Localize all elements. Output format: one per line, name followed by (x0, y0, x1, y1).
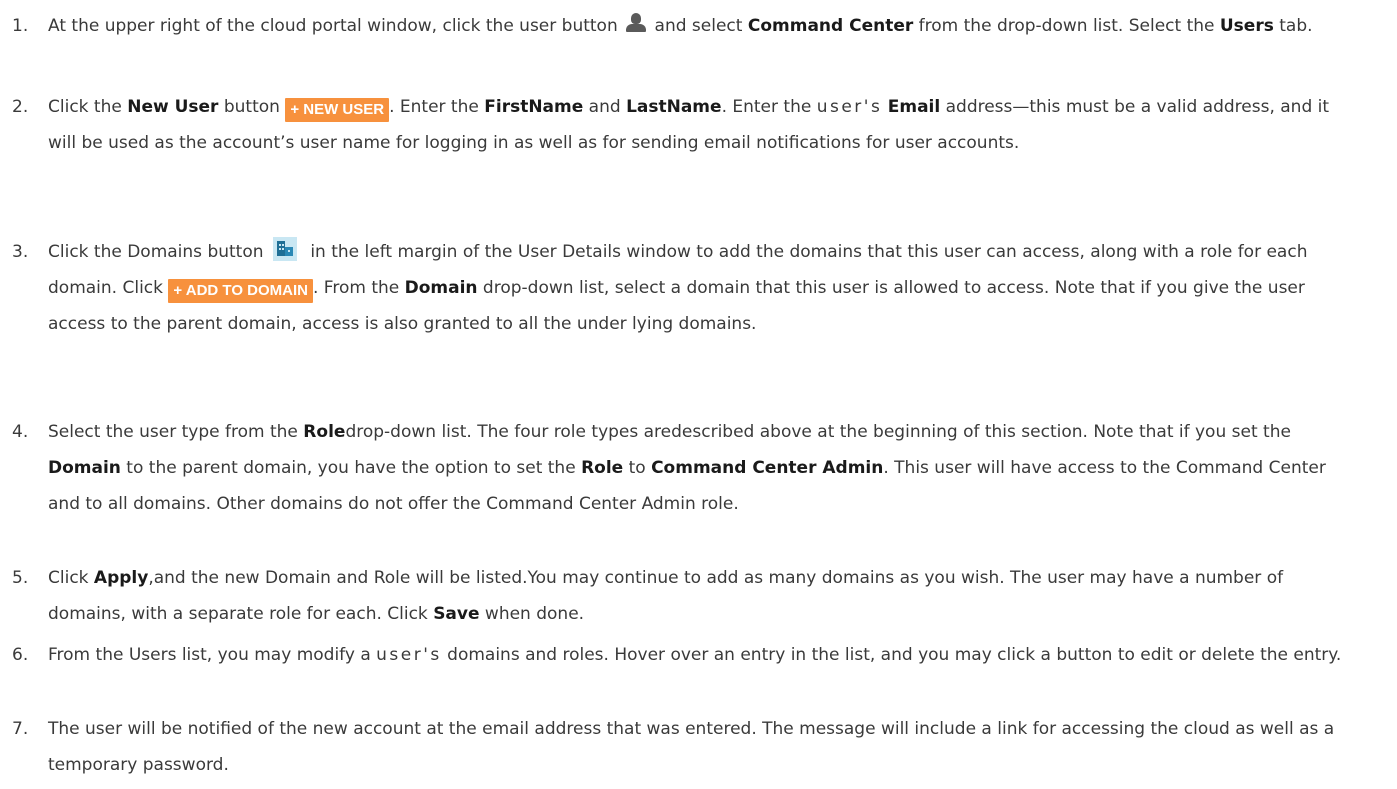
step-text: Click the New User button + NEW USER. En… (48, 89, 1358, 161)
new-user-term: New User (127, 97, 219, 117)
text-run: button (218, 97, 286, 117)
save-term: Save (433, 604, 480, 624)
text-run: drop-down list. The four role types ared… (345, 422, 1291, 442)
apply-term: Apply (93, 568, 149, 588)
step-text: Click the Domains button in the left mar… (48, 234, 1358, 342)
role-term: Role (303, 422, 346, 442)
step-number: 7. (12, 719, 29, 739)
text-run: Select the user type from the (48, 422, 304, 442)
text-run: At the upper right of the cloud portal w… (48, 16, 624, 36)
text-run: user's (816, 97, 883, 117)
text-run: . From the (312, 278, 405, 298)
text-run: and (583, 97, 627, 117)
text-run: to (623, 458, 652, 478)
text-run: domains and roles. Hover over an entry i… (441, 645, 1342, 665)
step-number: 1. (12, 16, 29, 36)
new-user-button-image: + NEW USER (285, 98, 390, 122)
lastname-term: LastName (626, 97, 722, 117)
text-run: user's (376, 645, 442, 665)
command-center-admin-term: Command Center Admin (651, 458, 884, 478)
step-text: Select the user type from the Roledrop-d… (48, 414, 1358, 522)
text-run: ,and the new Domain and Role will be lis… (48, 568, 1284, 624)
step-text: From the Users list, you may modify a us… (48, 637, 1358, 673)
text-run: when done. (479, 604, 585, 624)
text-run: tab. (1273, 16, 1313, 36)
text-run: From the Users list, you may modify a (48, 645, 377, 665)
step-number: 5. (12, 568, 29, 588)
text-run: . Enter the (389, 97, 485, 117)
text-run: to the parent domain, you have the optio… (120, 458, 582, 478)
email-term: Email (887, 97, 941, 117)
step-number: 2. (12, 97, 29, 117)
step-number: 4. (12, 422, 29, 442)
domain-term: Domain (404, 278, 478, 298)
text-run: The user will be notified of the new acc… (48, 719, 1335, 775)
add-to-domain-button-image: + ADD TO DOMAIN (168, 279, 313, 303)
text-run: . Enter the (721, 97, 817, 117)
domain-term: Domain (48, 458, 121, 478)
command-center-term: Command Center (747, 16, 914, 36)
text-run: from the drop-down list. Select the (913, 16, 1220, 36)
step-text: Click Apply,and the new Domain and Role … (48, 560, 1358, 632)
firstname-term: FirstName (484, 97, 584, 117)
step-text: At the upper right of the cloud portal w… (48, 8, 1358, 44)
step-text: The user will be notified of the new acc… (48, 711, 1358, 783)
text-run: Click the (48, 97, 128, 117)
text-run: and select (649, 16, 748, 36)
role-term: Role (581, 458, 624, 478)
text-run: Click the Domains button (48, 242, 269, 262)
user-icon (625, 12, 647, 34)
step-number: 3. (12, 242, 29, 262)
step-number: 6. (12, 645, 29, 665)
text-run: Click (48, 568, 94, 588)
users-tab-term: Users (1219, 16, 1274, 36)
domains-icon (272, 237, 297, 261)
